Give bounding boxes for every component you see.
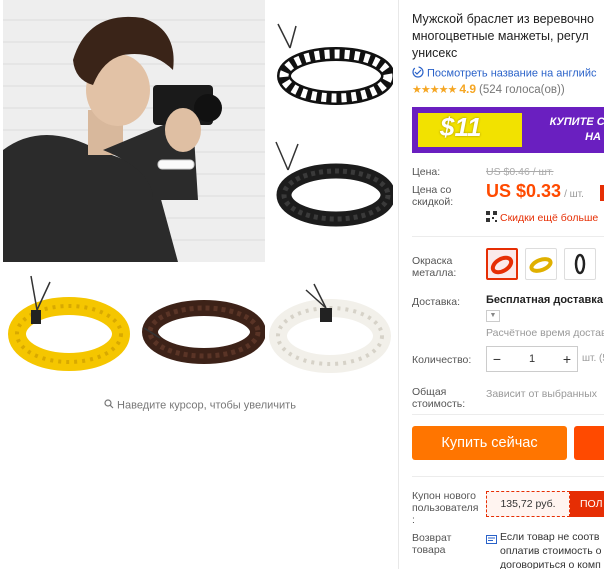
separator [412, 476, 604, 477]
app-discount-text: Скидки ещё больше [500, 211, 599, 224]
quantity-label: Количество: [412, 354, 472, 366]
product-thumb-black-white[interactable] [268, 18, 393, 118]
promo-banner[interactable]: $11 КУПИТЕ СЕ НА С [412, 107, 604, 153]
shipping-dropdown-chevron-icon[interactable]: ▼ [486, 310, 500, 322]
separator [412, 414, 604, 415]
total-cost-label: Общая стоимость: [412, 386, 466, 410]
review-count: (524 голоса(ов)) [479, 84, 565, 96]
translate-link-text: Посмотреть название на английс [427, 67, 597, 80]
return-policy-text: Если товар не соотв оплатив стоимость о … [500, 531, 602, 569]
rating-stars-icon: ★★★★★ [412, 84, 457, 96]
rating-row[interactable]: ★★★★★ 4.9 (524 голоса(ов)) [412, 82, 565, 96]
color-swatch-black[interactable] [564, 248, 596, 280]
product-thumb-white[interactable] [268, 278, 393, 378]
discount-price-label: Цена со скидкой: [412, 184, 454, 208]
separator [412, 236, 604, 237]
old-price: US $0.46 / шт. [486, 166, 554, 178]
translate-icon [412, 66, 424, 81]
price-per-unit: / шт. [564, 189, 584, 200]
return-policy-icon [486, 532, 497, 550]
buy-now-button[interactable]: Купить сейчас [412, 426, 567, 460]
quantity-stepper: − 1 + [486, 346, 578, 372]
product-gallery: Наведите курсор, чтобы увеличить [0, 0, 400, 569]
color-swatch-gold[interactable] [525, 248, 557, 280]
shipping-value: Бесплатная доставка в [486, 294, 604, 306]
get-coupon-button[interactable]: ПОЛ [570, 491, 604, 517]
add-to-cart-button[interactable] [574, 426, 604, 460]
metal-color-label: Окраска металла: [412, 255, 457, 279]
product-title: Мужской браслет из веревочно многоцветны… [412, 12, 595, 60]
app-discount-row[interactable]: Скидки ещё больше [486, 211, 598, 225]
qr-code-icon [486, 211, 497, 225]
magnifier-icon [104, 399, 114, 412]
shipping-label: Доставка: [412, 296, 461, 308]
product-info-panel: Мужской браслет из веревочно многоцветны… [412, 0, 604, 569]
discount-price-row: US $0.33/ шт. [486, 181, 584, 202]
discount-badge [600, 185, 604, 201]
price-label: Цена: [412, 166, 441, 178]
rating-value: 4.9 [459, 82, 476, 96]
zoom-hint-text: Наведите курсор, чтобы увеличить [117, 399, 296, 412]
discount-price: US $0.33 [486, 181, 562, 201]
quantity-input[interactable]: 1 [509, 347, 555, 371]
promo-text: КУПИТЕ СЕ НА С [549, 116, 604, 143]
zoom-hint: Наведите курсор, чтобы увеличить [0, 399, 400, 412]
color-swatch-red[interactable] [486, 248, 518, 280]
quantity-decrease-button[interactable]: − [487, 347, 507, 371]
main-product-photo[interactable] [3, 0, 265, 262]
product-thumb-yellow[interactable] [5, 272, 133, 377]
panel-divider [398, 0, 399, 569]
return-label: Возврат товара [412, 532, 452, 556]
translate-title-link[interactable]: Посмотреть название на английс [412, 66, 596, 81]
product-thumb-black[interactable] [268, 130, 393, 240]
quantity-increase-button[interactable]: + [557, 347, 577, 371]
total-cost-value: Зависит от выбранных [486, 388, 598, 400]
quantity-unit: шт. (5 [582, 353, 604, 364]
new-user-coupon-label: Купон нового пользователя : [412, 490, 479, 526]
delivery-estimate: Расчётное время доставк [486, 327, 604, 339]
promo-amount: $11 [440, 112, 482, 142]
coupon-value: 135,72 руб. [486, 491, 570, 517]
product-thumb-brown[interactable] [140, 284, 265, 374]
